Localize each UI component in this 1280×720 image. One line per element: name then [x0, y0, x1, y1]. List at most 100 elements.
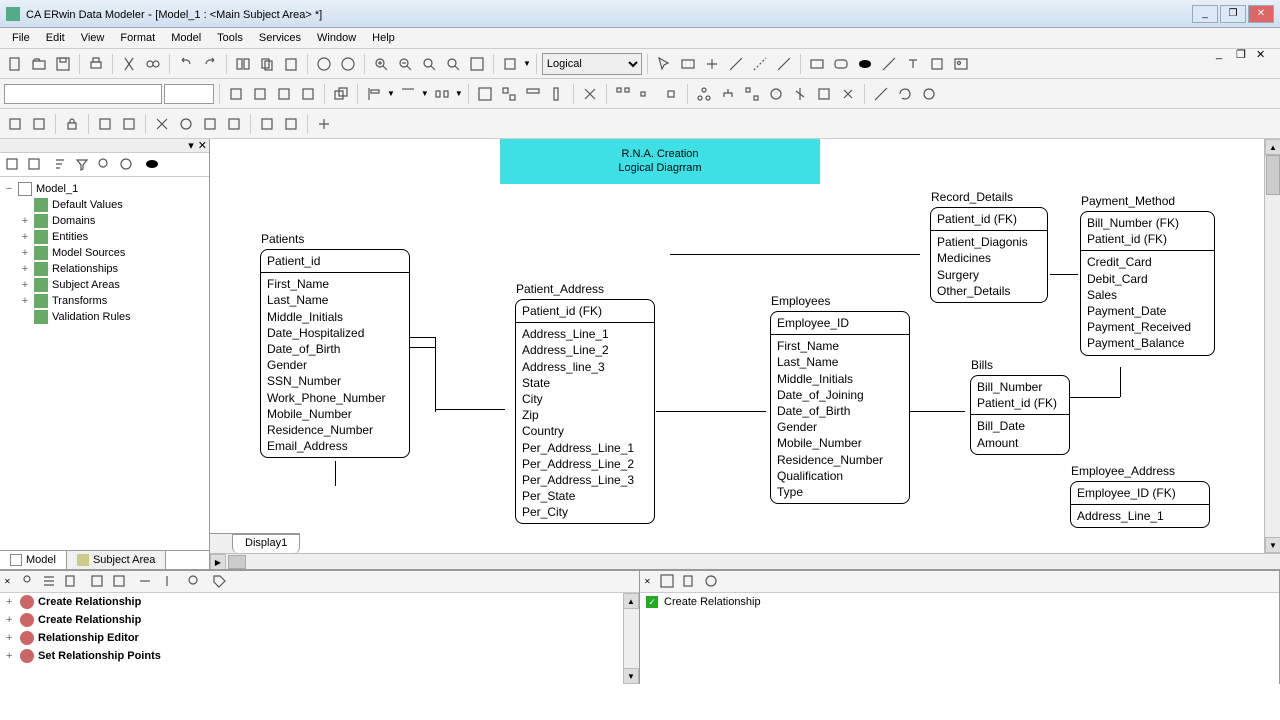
panel-close-icon[interactable]: ✕	[644, 577, 651, 586]
save-log-button[interactable]	[659, 573, 677, 591]
pointer-button[interactable]	[653, 53, 675, 75]
text-button[interactable]	[902, 53, 924, 75]
line-color-button[interactable]	[249, 83, 271, 105]
panel-btn9[interactable]	[211, 573, 229, 591]
find-button[interactable]	[142, 53, 164, 75]
panel-btn5[interactable]	[111, 573, 129, 591]
relationship-line[interactable]	[1050, 274, 1078, 275]
transform2-button[interactable]	[28, 113, 50, 135]
ortho-layout-button[interactable]	[741, 83, 763, 105]
group-button[interactable]	[474, 83, 496, 105]
advisory-item[interactable]: ✓ Create Relationship	[640, 593, 1279, 611]
scroll-up-button[interactable]: ▲	[1265, 139, 1280, 155]
filter-button[interactable]	[74, 156, 92, 174]
scroll-down-button[interactable]: ▼	[623, 668, 639, 684]
zoom-out-button[interactable]	[394, 53, 416, 75]
relationship-line[interactable]	[435, 409, 505, 410]
horizontal-scrollbar[interactable]: ◀ ▶	[210, 553, 1280, 569]
circ-layout-button[interactable]	[765, 83, 787, 105]
action-item[interactable]: +Relationship Editor	[0, 629, 639, 647]
tree-model-sources[interactable]: +Model Sources	[20, 245, 205, 261]
relationship-line[interactable]	[410, 337, 435, 338]
relationship-line[interactable]	[410, 347, 435, 348]
nonid-rel-button[interactable]	[749, 53, 771, 75]
redo-button[interactable]	[199, 53, 221, 75]
display-level-button[interactable]	[499, 53, 521, 75]
minimize-button[interactable]: _	[1192, 5, 1218, 23]
doc-restore-button[interactable]: ❐	[1236, 48, 1254, 62]
collapse-all-button[interactable]	[26, 156, 44, 174]
stop-button[interactable]	[337, 53, 359, 75]
tree-root[interactable]: − Model_1	[4, 181, 205, 197]
delete-button[interactable]	[579, 83, 601, 105]
align-top-button[interactable]	[397, 83, 419, 105]
close-button[interactable]: ✕	[1248, 5, 1274, 23]
print-button[interactable]	[85, 53, 107, 75]
action-item[interactable]: +Create Relationship	[0, 593, 639, 611]
ellipse-button[interactable]	[854, 53, 876, 75]
tab-model[interactable]: Model	[0, 551, 67, 569]
relationship-line[interactable]	[670, 254, 920, 255]
relationship-line[interactable]	[706, 411, 766, 412]
ungroup-button[interactable]	[498, 83, 520, 105]
transform1-button[interactable]	[4, 113, 26, 135]
scroll-thumb[interactable]	[228, 555, 246, 569]
entity-patient-address[interactable]: Patient_Address Patient_id (FK) Address_…	[515, 299, 655, 524]
relationship-line[interactable]	[335, 461, 336, 486]
picture-button[interactable]	[950, 53, 972, 75]
go-button[interactable]	[313, 53, 335, 75]
doc-close-button[interactable]: ✕	[1256, 48, 1274, 62]
expand-all-button[interactable]	[4, 156, 22, 174]
panel-btn2[interactable]	[41, 573, 59, 591]
background-button[interactable]	[297, 83, 319, 105]
hier-layout-button[interactable]	[717, 83, 739, 105]
align-left-button[interactable]	[363, 83, 385, 105]
rolldown-button[interactable]	[118, 113, 140, 135]
zoom-in-button[interactable]	[370, 53, 392, 75]
tree-relationships[interactable]: +Relationships	[20, 261, 205, 277]
unlink-button[interactable]	[223, 113, 245, 135]
subtype-button[interactable]	[701, 53, 723, 75]
action-item[interactable]: +Create Relationship	[0, 611, 639, 629]
lock-button[interactable]	[61, 113, 83, 135]
undo-button[interactable]	[175, 53, 197, 75]
tree-options-button[interactable]	[118, 156, 136, 174]
refresh-button[interactable]	[894, 83, 916, 105]
panel-btn8[interactable]	[185, 573, 203, 591]
sort-button[interactable]	[52, 156, 70, 174]
advisories-list[interactable]: ✓ Create Relationship	[640, 593, 1279, 684]
auto-layout-button[interactable]	[813, 83, 835, 105]
menu-format[interactable]: Format	[112, 30, 163, 46]
maximize-button[interactable]: ❐	[1220, 5, 1246, 23]
layout-button1[interactable]	[612, 83, 634, 105]
entity-bills[interactable]: Bills Bill_NumberPatient_id (FK) Bill_Da…	[970, 375, 1070, 455]
split-button[interactable]	[151, 113, 173, 135]
relationship-line[interactable]	[1070, 397, 1120, 398]
panel-btn3[interactable]	[63, 573, 81, 591]
copy-button[interactable]	[256, 53, 278, 75]
scroll-right-button[interactable]: ▶	[210, 554, 226, 569]
layout-button3[interactable]	[660, 83, 682, 105]
panel-btn4[interactable]	[89, 573, 107, 591]
menu-services[interactable]: Services	[251, 30, 309, 46]
menu-tools[interactable]: Tools	[209, 30, 251, 46]
tree-default-values[interactable]: Default Values	[20, 197, 205, 213]
rect-button[interactable]	[806, 53, 828, 75]
menu-help[interactable]: Help	[364, 30, 403, 46]
save-button[interactable]	[52, 53, 74, 75]
tree-entities[interactable]: +Entities	[20, 229, 205, 245]
action-item[interactable]: +Set Relationship Points	[0, 647, 639, 665]
font-name-input[interactable]	[4, 84, 162, 104]
resolve-button[interactable]	[256, 113, 278, 135]
open-button[interactable]	[28, 53, 50, 75]
entity-button[interactable]	[677, 53, 699, 75]
properties-button[interactable]	[144, 156, 162, 174]
entity-record-details[interactable]: Record_Details Patient_id (FK) Patient_D…	[930, 207, 1048, 303]
tree-validation-rules[interactable]: Validation Rules	[20, 309, 205, 325]
font-color-button[interactable]	[273, 83, 295, 105]
tree-domains[interactable]: +Domains	[20, 213, 205, 229]
relationship-line[interactable]	[435, 337, 436, 412]
distribute-button[interactable]	[431, 83, 453, 105]
entity-employee-address[interactable]: Employee_Address Employee_ID (FK) Addres…	[1070, 481, 1210, 528]
tree-layout-button[interactable]	[693, 83, 715, 105]
